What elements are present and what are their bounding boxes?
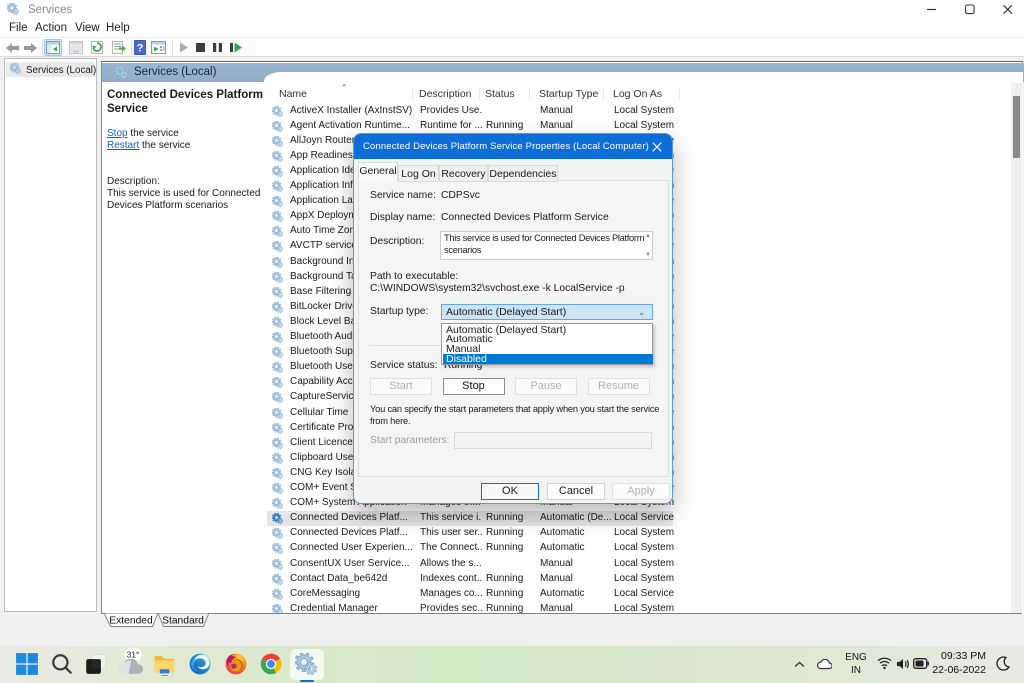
svg-text:Extended: Extended (109, 616, 153, 627)
svg-text:?: ? (137, 43, 144, 55)
svg-text:31°: 31° (127, 650, 140, 660)
svg-text:Standard: Standard (162, 616, 204, 627)
